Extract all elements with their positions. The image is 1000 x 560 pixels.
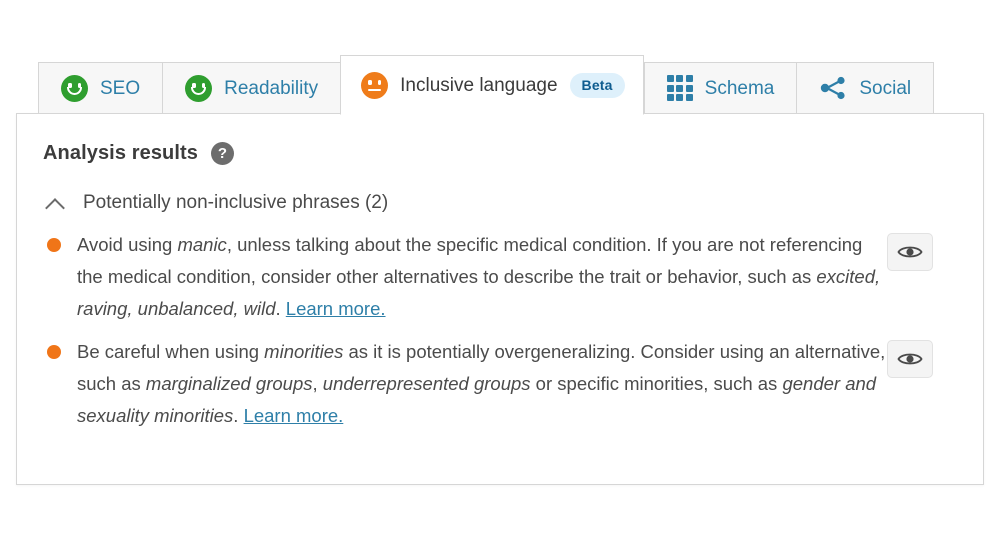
preview-eye-button[interactable] (887, 340, 933, 378)
beta-badge: Beta (569, 72, 625, 98)
status-badge (47, 238, 61, 252)
emphasis-term: manic (177, 234, 227, 255)
page-title: Analysis results (43, 142, 199, 164)
results-list: Avoid using manic, unless talking about … (17, 214, 983, 432)
text-run: or specific minorities, such as (530, 373, 783, 394)
section-title: Potentially non-inclusive phrases (2) (83, 192, 389, 213)
tab-social-label: Social (859, 77, 912, 99)
text-run: . (233, 405, 244, 426)
list-item: Be careful when using minorities as it i… (17, 334, 983, 432)
text-run: , (312, 373, 323, 394)
share-icon (819, 75, 847, 101)
tab-schema-label: Schema (704, 77, 775, 99)
text-run: Avoid using (77, 234, 178, 255)
analysis-results-panel: Analysis results ? Potentially non-inclu… (16, 113, 984, 485)
tab-inclusive-language-label: Inclusive language (400, 74, 558, 96)
preview-eye-button[interactable] (887, 233, 933, 271)
inclusive-language-panel-screen: SEO Readability Inclusive language Beta … (0, 0, 1000, 560)
text-run: Be careful when using (77, 341, 265, 362)
learn-more-link[interactable]: Learn more. (244, 405, 344, 426)
happy-face-icon (185, 74, 213, 102)
happy-face-icon (61, 74, 88, 102)
eye-icon (897, 246, 923, 258)
emphasis-term: underrepresented groups (322, 373, 531, 394)
panel-header: Analysis results ? (17, 114, 983, 165)
emphasis-term: marginalized groups (145, 373, 313, 394)
neutral-face-icon (361, 71, 389, 99)
eye-icon (897, 353, 923, 365)
result-text: Be careful when using minorities as it i… (77, 334, 887, 432)
emphasis-term: minorities (264, 341, 344, 362)
analysis-tabs: SEO Readability Inclusive language Beta … (38, 55, 935, 115)
tab-social[interactable]: Social (796, 62, 935, 114)
result-text: Avoid using manic, unless talking about … (77, 227, 887, 325)
tab-readability[interactable]: Readability (162, 62, 341, 114)
learn-more-link[interactable]: Learn more. (286, 298, 386, 319)
help-icon[interactable]: ? (211, 142, 235, 165)
list-item: Avoid using manic, unless talking about … (17, 227, 983, 325)
tab-seo[interactable]: SEO (38, 62, 163, 114)
text-run: . (275, 298, 286, 319)
status-badge (47, 345, 61, 359)
section-header-non-inclusive-phrases[interactable]: Potentially non-inclusive phrases (2) (17, 165, 983, 214)
tab-seo-label: SEO (100, 77, 141, 99)
chevron-up-icon[interactable] (45, 197, 65, 209)
tab-schema[interactable]: Schema (643, 62, 797, 114)
grid-icon (666, 75, 693, 101)
tab-inclusive-language[interactable]: Inclusive language Beta (340, 55, 644, 115)
tab-readability-label: Readability (224, 77, 319, 99)
